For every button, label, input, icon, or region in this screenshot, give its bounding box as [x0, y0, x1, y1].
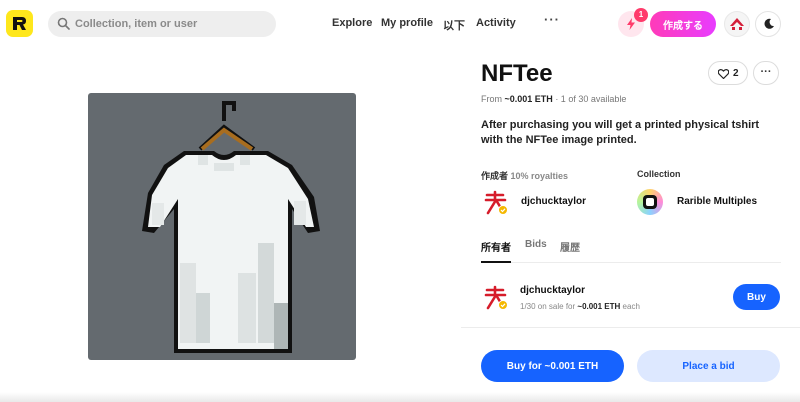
search-bar[interactable]: [48, 11, 276, 37]
collection-label: Collection: [637, 169, 681, 179]
owner-buy-button[interactable]: Buy: [733, 284, 780, 310]
search-icon: [57, 17, 70, 30]
price-summary: From ~0.001 ETH · 1 of 30 available: [481, 94, 626, 104]
like-button[interactable]: 2: [708, 61, 748, 85]
notification-count-badge: 1: [634, 8, 648, 22]
tab-bids[interactable]: Bids: [525, 239, 547, 250]
item-title: NFTee: [481, 60, 553, 87]
owner-sale-prefix: 1/30 on sale for: [520, 302, 576, 311]
owner-avatar[interactable]: [483, 285, 509, 311]
nav-more-jp[interactable]: 以下: [443, 17, 465, 33]
creator-avatar[interactable]: [483, 190, 509, 216]
price-prefix: From: [481, 94, 502, 104]
moon-icon: [764, 18, 774, 29]
owner-sale-suffix: each: [622, 302, 640, 311]
owner-sale-price: ~0.001 ETH: [577, 302, 621, 311]
tab-history[interactable]: 履歴: [560, 239, 580, 254]
royalties-text: 10% royalties: [510, 171, 569, 181]
creator-label-text: 作成者: [481, 172, 509, 182]
bottom-shadow: [0, 392, 800, 402]
pixel-tshirt-image: [142, 101, 320, 353]
creator-name[interactable]: djchucktaylor: [521, 196, 586, 207]
item-tabs: 所有者 Bids 履歴: [481, 237, 781, 263]
top-navigation-bar: Explore My profile 以下 Activity ··· 1 作成す…: [0, 0, 800, 48]
like-count: 2: [733, 68, 739, 79]
active-tab-indicator: [481, 261, 511, 263]
owner-sale-info: 1/30 on sale for ~0.001 ETH each: [520, 302, 640, 311]
nav-activity[interactable]: Activity: [476, 17, 516, 29]
user-avatar[interactable]: [724, 11, 750, 37]
item-description: After purchasing you will get a printed …: [481, 119, 760, 146]
heart-icon: [718, 69, 729, 79]
user-avatar-icon: [730, 18, 744, 30]
owner-name[interactable]: djchucktaylor: [520, 285, 585, 296]
price-value: ~0.001 ETH: [504, 94, 553, 104]
nav-my-profile[interactable]: My profile: [381, 17, 433, 29]
item-menu-button[interactable]: ···: [753, 61, 779, 85]
rarible-logo-icon[interactable]: [6, 10, 33, 37]
search-input[interactable]: [75, 11, 270, 37]
nft-artwork[interactable]: [88, 93, 356, 360]
tab-owners[interactable]: 所有者: [481, 239, 511, 254]
section-divider: [461, 327, 800, 328]
more-menu-button[interactable]: ···: [544, 12, 560, 27]
availability-text: · 1 of 30 available: [555, 94, 627, 104]
collection-name[interactable]: Rarible Multiples: [677, 196, 757, 207]
place-bid-button[interactable]: Place a bid: [637, 350, 780, 382]
collection-avatar[interactable]: [637, 189, 663, 215]
theme-toggle-button[interactable]: [755, 11, 781, 37]
buy-now-button[interactable]: Buy for ~0.001 ETH: [481, 350, 624, 382]
create-button[interactable]: 作成する: [650, 11, 716, 37]
creator-label: 作成者 10% royalties: [481, 169, 568, 182]
nav-explore[interactable]: Explore: [332, 17, 372, 29]
